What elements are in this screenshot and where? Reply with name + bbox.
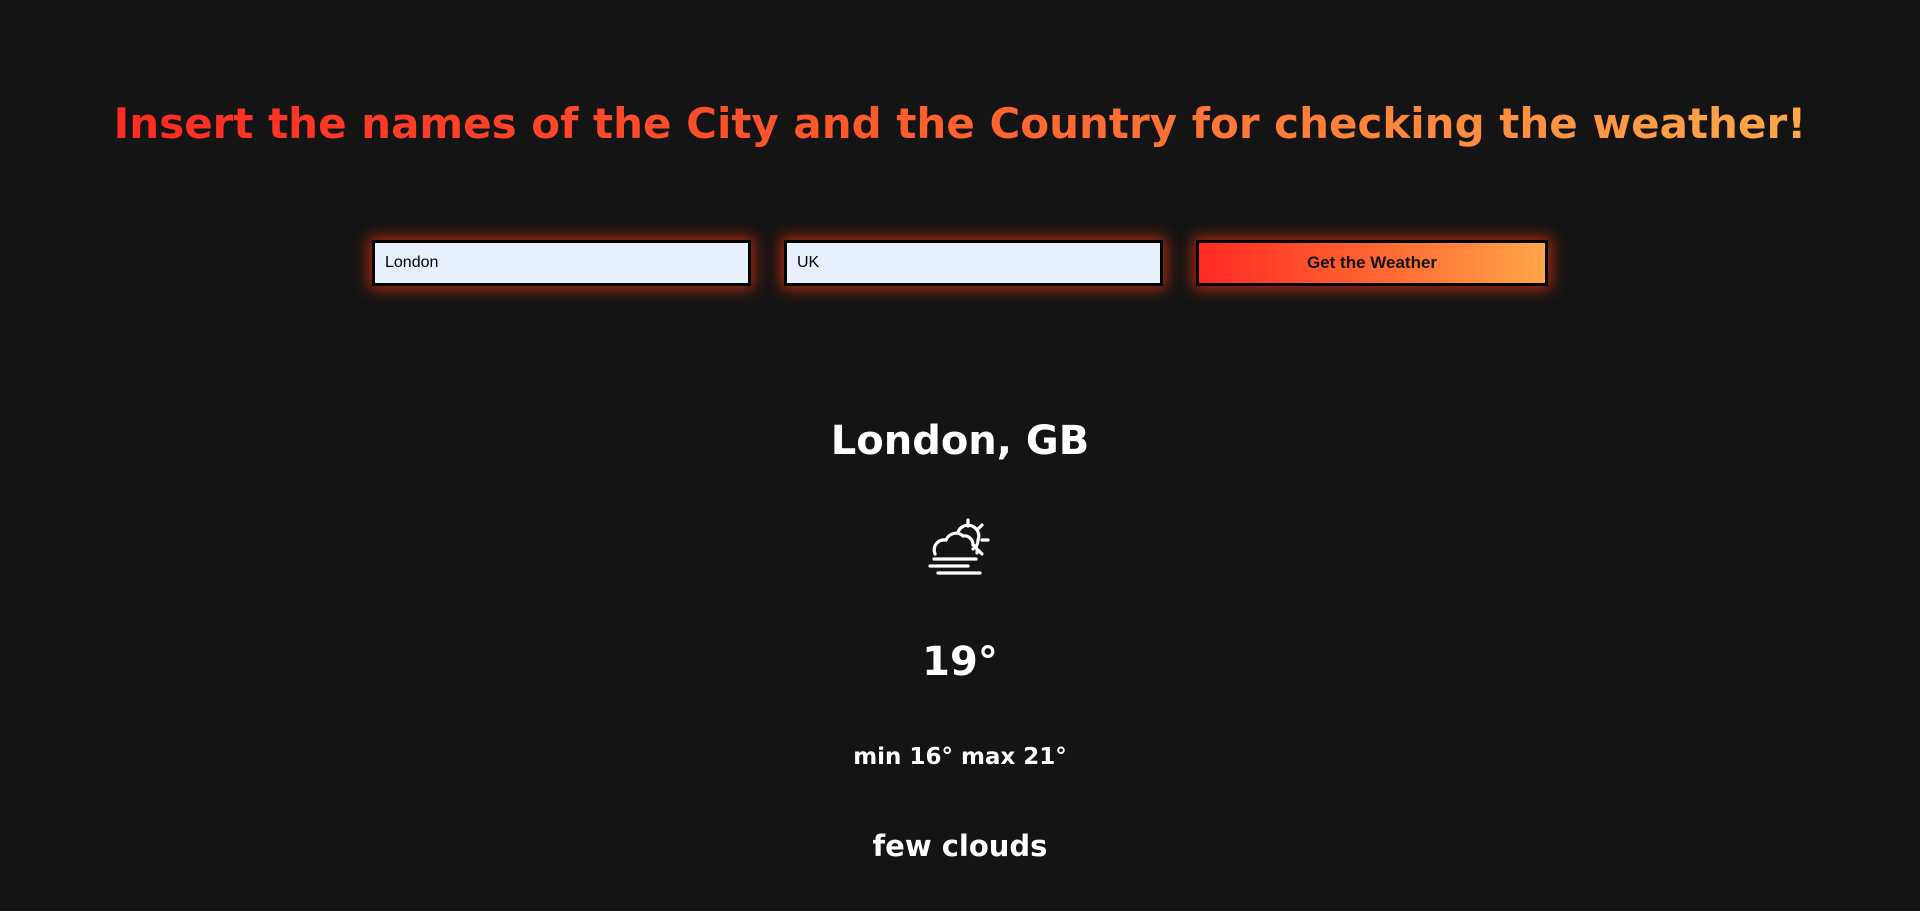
weather-app: Insert the names of the City and the Cou…: [0, 0, 1920, 911]
temperature-value: 19°: [922, 639, 998, 685]
page-title-text: Insert the names of the City and the Cou…: [113, 99, 1807, 148]
location-heading: London, GB: [830, 418, 1090, 464]
weather-description: few clouds: [872, 829, 1048, 863]
page-title: Insert the names of the City and the Cou…: [0, 94, 1920, 154]
city-input[interactable]: [372, 240, 751, 286]
fog-partly-cloudy-sun-icon: [926, 518, 996, 580]
weather-search-form: Get the Weather: [372, 240, 1548, 286]
country-input[interactable]: [784, 240, 1163, 286]
min-max-temperature: min 16° max 21°: [853, 744, 1067, 770]
get-weather-button[interactable]: Get the Weather: [1196, 240, 1548, 286]
